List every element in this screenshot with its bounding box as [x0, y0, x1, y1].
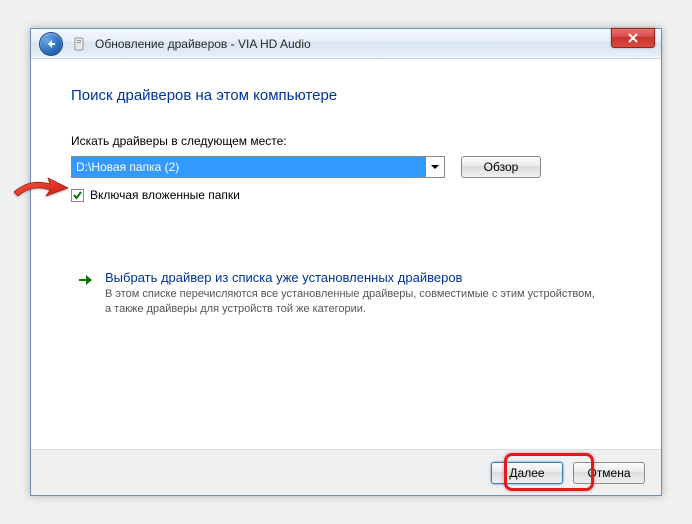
- include-subfolders-checkbox[interactable]: [71, 189, 84, 202]
- back-button[interactable]: [39, 32, 63, 56]
- dialog-footer: Далее Отмена: [31, 449, 661, 495]
- path-combobox[interactable]: D:\Новая папка (2): [71, 156, 445, 178]
- include-subfolders-label: Включая вложенные папки: [90, 188, 240, 202]
- browse-button[interactable]: Обзор: [461, 156, 541, 178]
- device-icon: [71, 36, 87, 52]
- titlebar: Обновление драйверов - VIA HD Audio: [31, 29, 661, 59]
- cancel-button[interactable]: Отмена: [573, 462, 645, 484]
- path-value[interactable]: D:\Новая папка (2): [72, 157, 426, 177]
- option-description: В этом списке перечисляются все установл…: [105, 287, 595, 318]
- page-heading: Поиск драйверов на этом компьютере: [71, 87, 621, 104]
- path-row: D:\Новая папка (2) Обзор: [71, 156, 621, 178]
- arrow-right-icon: [75, 270, 95, 318]
- dialog-window: Обновление драйверов - VIA HD Audio Поис…: [30, 28, 662, 496]
- next-button[interactable]: Далее: [491, 462, 563, 484]
- dropdown-arrow-icon[interactable]: [426, 157, 444, 177]
- option-title: Выбрать драйвер из списка уже установлен…: [105, 270, 595, 285]
- close-button[interactable]: [611, 28, 655, 48]
- path-label: Искать драйверы в следующем месте:: [71, 134, 621, 148]
- pick-from-list-option[interactable]: Выбрать драйвер из списка уже установлен…: [71, 262, 621, 326]
- content-area: Поиск драйверов на этом компьютере Искат…: [31, 59, 661, 336]
- include-subfolders-row: Включая вложенные папки: [71, 188, 621, 202]
- window-title: Обновление драйверов - VIA HD Audio: [95, 37, 311, 51]
